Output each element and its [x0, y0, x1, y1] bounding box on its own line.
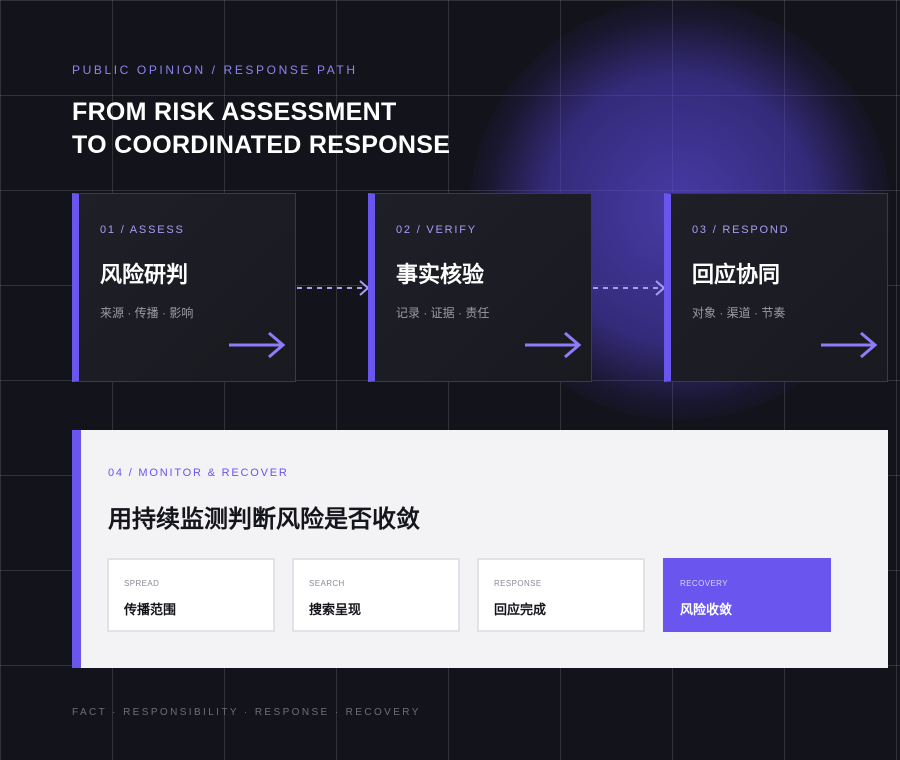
metric-value: 搜索呈现: [309, 602, 362, 617]
panel-label: 04 / MONITOR & RECOVER: [108, 467, 289, 479]
metric-box-recovery: RECOVERY 风险收敛: [663, 558, 831, 632]
metric-box-spread: SPREAD 传播范围: [107, 558, 275, 632]
metric-key: RESPONSE: [494, 579, 542, 588]
dashed-connector-arrow-icon: [297, 280, 370, 296]
title-line-2: TO COORDINATED RESPONSE: [72, 131, 451, 159]
metric-value: 回应完成: [494, 602, 547, 617]
dashed-connector-arrow-icon: [593, 280, 666, 296]
eyebrow: PUBLIC OPINION / RESPONSE PATH: [72, 63, 358, 77]
step-card-assess: 01 / ASSESS 风险研判 来源 · 传播 · 影响: [72, 193, 296, 382]
metric-key: RECOVERY: [680, 579, 728, 588]
step-card-verify: 02 / VERIFY 事实核验 记录 · 证据 · 责任: [368, 193, 592, 382]
metric-key: SEARCH: [309, 579, 345, 588]
step-title: 回应协同: [692, 262, 781, 287]
footer-tagline: FACT · RESPONSIBILITY · RESPONSE · RECOV…: [72, 707, 421, 718]
step-title: 风险研判: [100, 262, 189, 287]
metric-box-search: SEARCH 搜索呈现: [292, 558, 460, 632]
metric-value: 风险收敛: [680, 602, 733, 617]
panel-title: 用持续监测判断风险是否收敛: [108, 506, 420, 533]
metric-box-response: RESPONSE 回应完成: [477, 558, 645, 632]
metric-key: SPREAD: [124, 579, 160, 588]
step-card-respond: 03 / RESPOND 回应协同 对象 · 渠道 · 节奏: [664, 193, 888, 382]
step-subtitle: 记录 · 证据 · 责任: [396, 306, 490, 320]
step-label: 03 / RESPOND: [692, 224, 790, 236]
arrow-right-icon: [525, 331, 582, 359]
step-label: 02 / VERIFY: [396, 224, 477, 236]
arrow-right-icon: [821, 331, 878, 359]
step-subtitle: 来源 · 传播 · 影响: [100, 306, 194, 320]
monitor-panel: 04 / MONITOR & RECOVER 用持续监测判断风险是否收敛 SPR…: [72, 430, 888, 668]
step-subtitle: 对象 · 渠道 · 节奏: [692, 306, 786, 320]
title-line-1: FROM RISK ASSESSMENT: [72, 98, 397, 126]
page-title: FROM RISK ASSESSMENT TO COORDINATED RESP…: [72, 96, 450, 162]
step-label: 01 / ASSESS: [100, 224, 185, 236]
arrow-right-icon: [229, 331, 286, 359]
metric-value: 传播范围: [124, 602, 177, 617]
step-title: 事实核验: [396, 262, 485, 287]
